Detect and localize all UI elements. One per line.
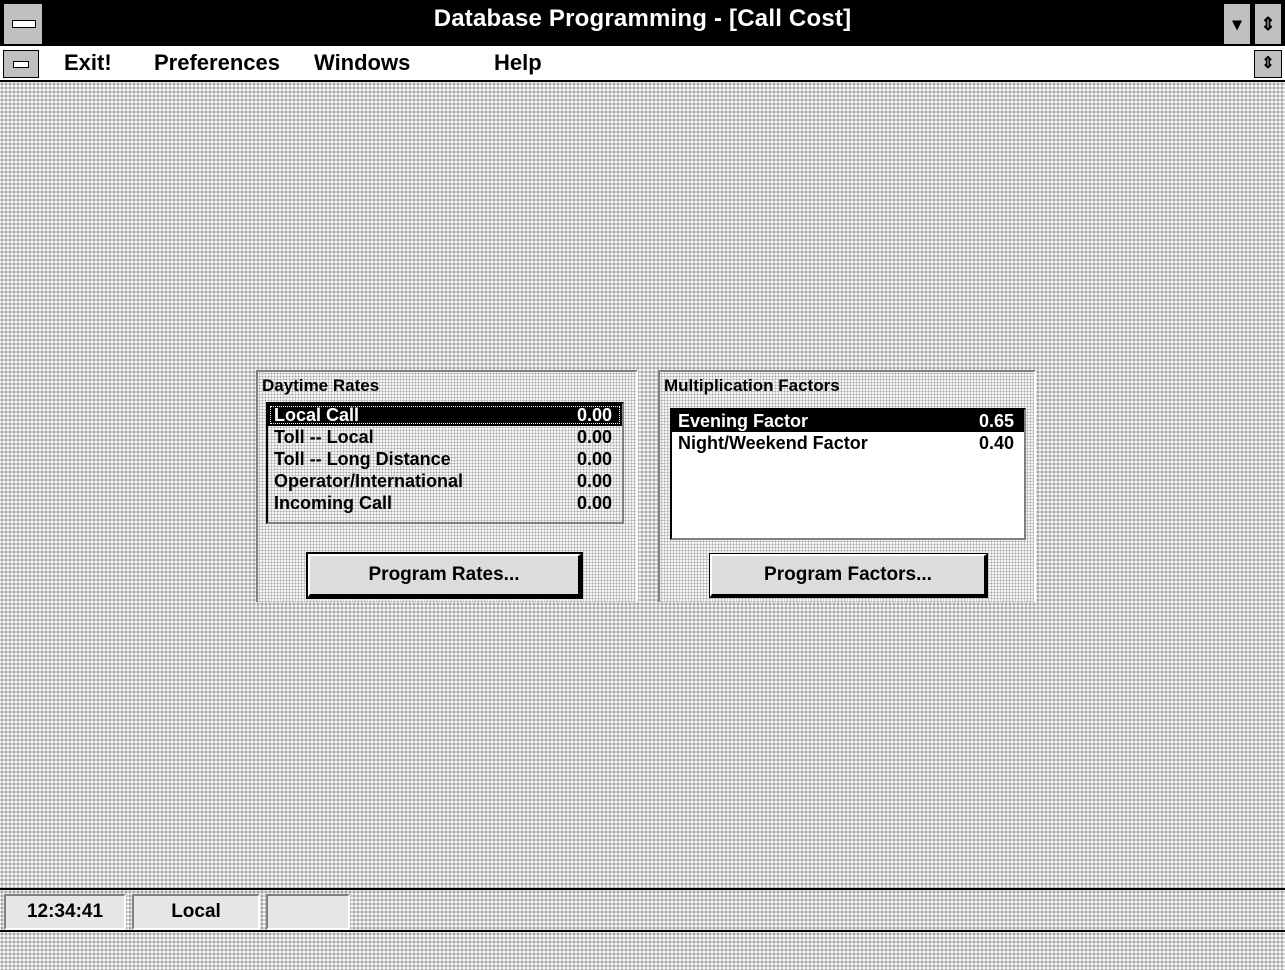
- minimize-button[interactable]: ▾: [1223, 3, 1251, 45]
- program-factors-button[interactable]: Program Factors...: [710, 554, 987, 597]
- menu-windows[interactable]: Windows: [314, 50, 410, 76]
- rate-label: Toll -- Long Distance: [274, 449, 451, 469]
- status-bar: 12:34:41 Local: [0, 888, 1285, 930]
- rate-label: Operator/International: [274, 471, 464, 491]
- multiplication-factors-group: Multiplication Factors Evening Factor 0.…: [658, 370, 1036, 602]
- factor-value: 0.40: [978, 433, 1014, 453]
- daytime-rates-title: Daytime Rates: [262, 376, 380, 395]
- rate-label: Toll -- Local: [274, 427, 374, 447]
- bottom-strip: [0, 930, 1285, 970]
- rate-row-local-call[interactable]: Local Call 0.00: [268, 404, 622, 426]
- rate-value: 0.00: [576, 427, 612, 447]
- document-menu-icon[interactable]: [3, 50, 39, 78]
- multiplication-factors-list[interactable]: Evening Factor 0.65 Night/Weekend Factor…: [670, 408, 1026, 540]
- maximize-button[interactable]: ⇕: [1254, 3, 1282, 45]
- daytime-rates-list[interactable]: Local Call 0.00 Toll -- Local 0.00 Toll …: [266, 402, 624, 524]
- program-rates-button[interactable]: Program Rates...: [308, 554, 581, 597]
- menu-bar: Exit! Preferences Windows Help ⇕: [0, 46, 1285, 82]
- rate-value: 0.00: [576, 405, 612, 425]
- rate-value: 0.00: [576, 449, 612, 469]
- menu-preferences[interactable]: Preferences: [154, 50, 280, 76]
- daytime-rates-group: Daytime Rates Local Call 0.00 Toll -- Lo…: [256, 370, 638, 602]
- factor-value: 0.65: [978, 411, 1014, 431]
- rate-row-toll-long-distance[interactable]: Toll -- Long Distance 0.00: [268, 448, 622, 470]
- window-title: Database Programming - [Call Cost]: [433, 5, 852, 32]
- factor-label: Evening Factor: [678, 411, 809, 431]
- workspace: Daytime Rates Local Call 0.00 Toll -- Lo…: [0, 82, 1285, 888]
- restore-button[interactable]: ⇕: [1254, 50, 1282, 78]
- menu-exit[interactable]: Exit!: [64, 50, 112, 76]
- rate-row-toll-local[interactable]: Toll -- Local 0.00: [268, 426, 622, 448]
- factor-row-evening[interactable]: Evening Factor 0.65: [672, 410, 1024, 432]
- rate-row-operator-international[interactable]: Operator/International 0.00: [268, 470, 622, 492]
- title-bar: Database Programming - [Call Cost] ▾ ⇕: [0, 0, 1285, 46]
- status-mode: Local: [132, 894, 260, 930]
- rate-value: 0.00: [576, 493, 612, 513]
- multiplication-factors-title: Multiplication Factors: [664, 376, 840, 395]
- status-time: 12:34:41: [4, 894, 126, 930]
- menu-help[interactable]: Help: [494, 50, 542, 76]
- rate-value: 0.00: [576, 471, 612, 491]
- rate-label: Incoming Call: [274, 493, 393, 513]
- status-extra: [266, 894, 350, 930]
- rate-label: Local Call: [274, 405, 360, 425]
- factor-label: Night/Weekend Factor: [678, 433, 868, 453]
- factor-row-night-weekend[interactable]: Night/Weekend Factor 0.40: [672, 432, 1024, 454]
- rate-row-incoming-call[interactable]: Incoming Call 0.00: [268, 492, 622, 514]
